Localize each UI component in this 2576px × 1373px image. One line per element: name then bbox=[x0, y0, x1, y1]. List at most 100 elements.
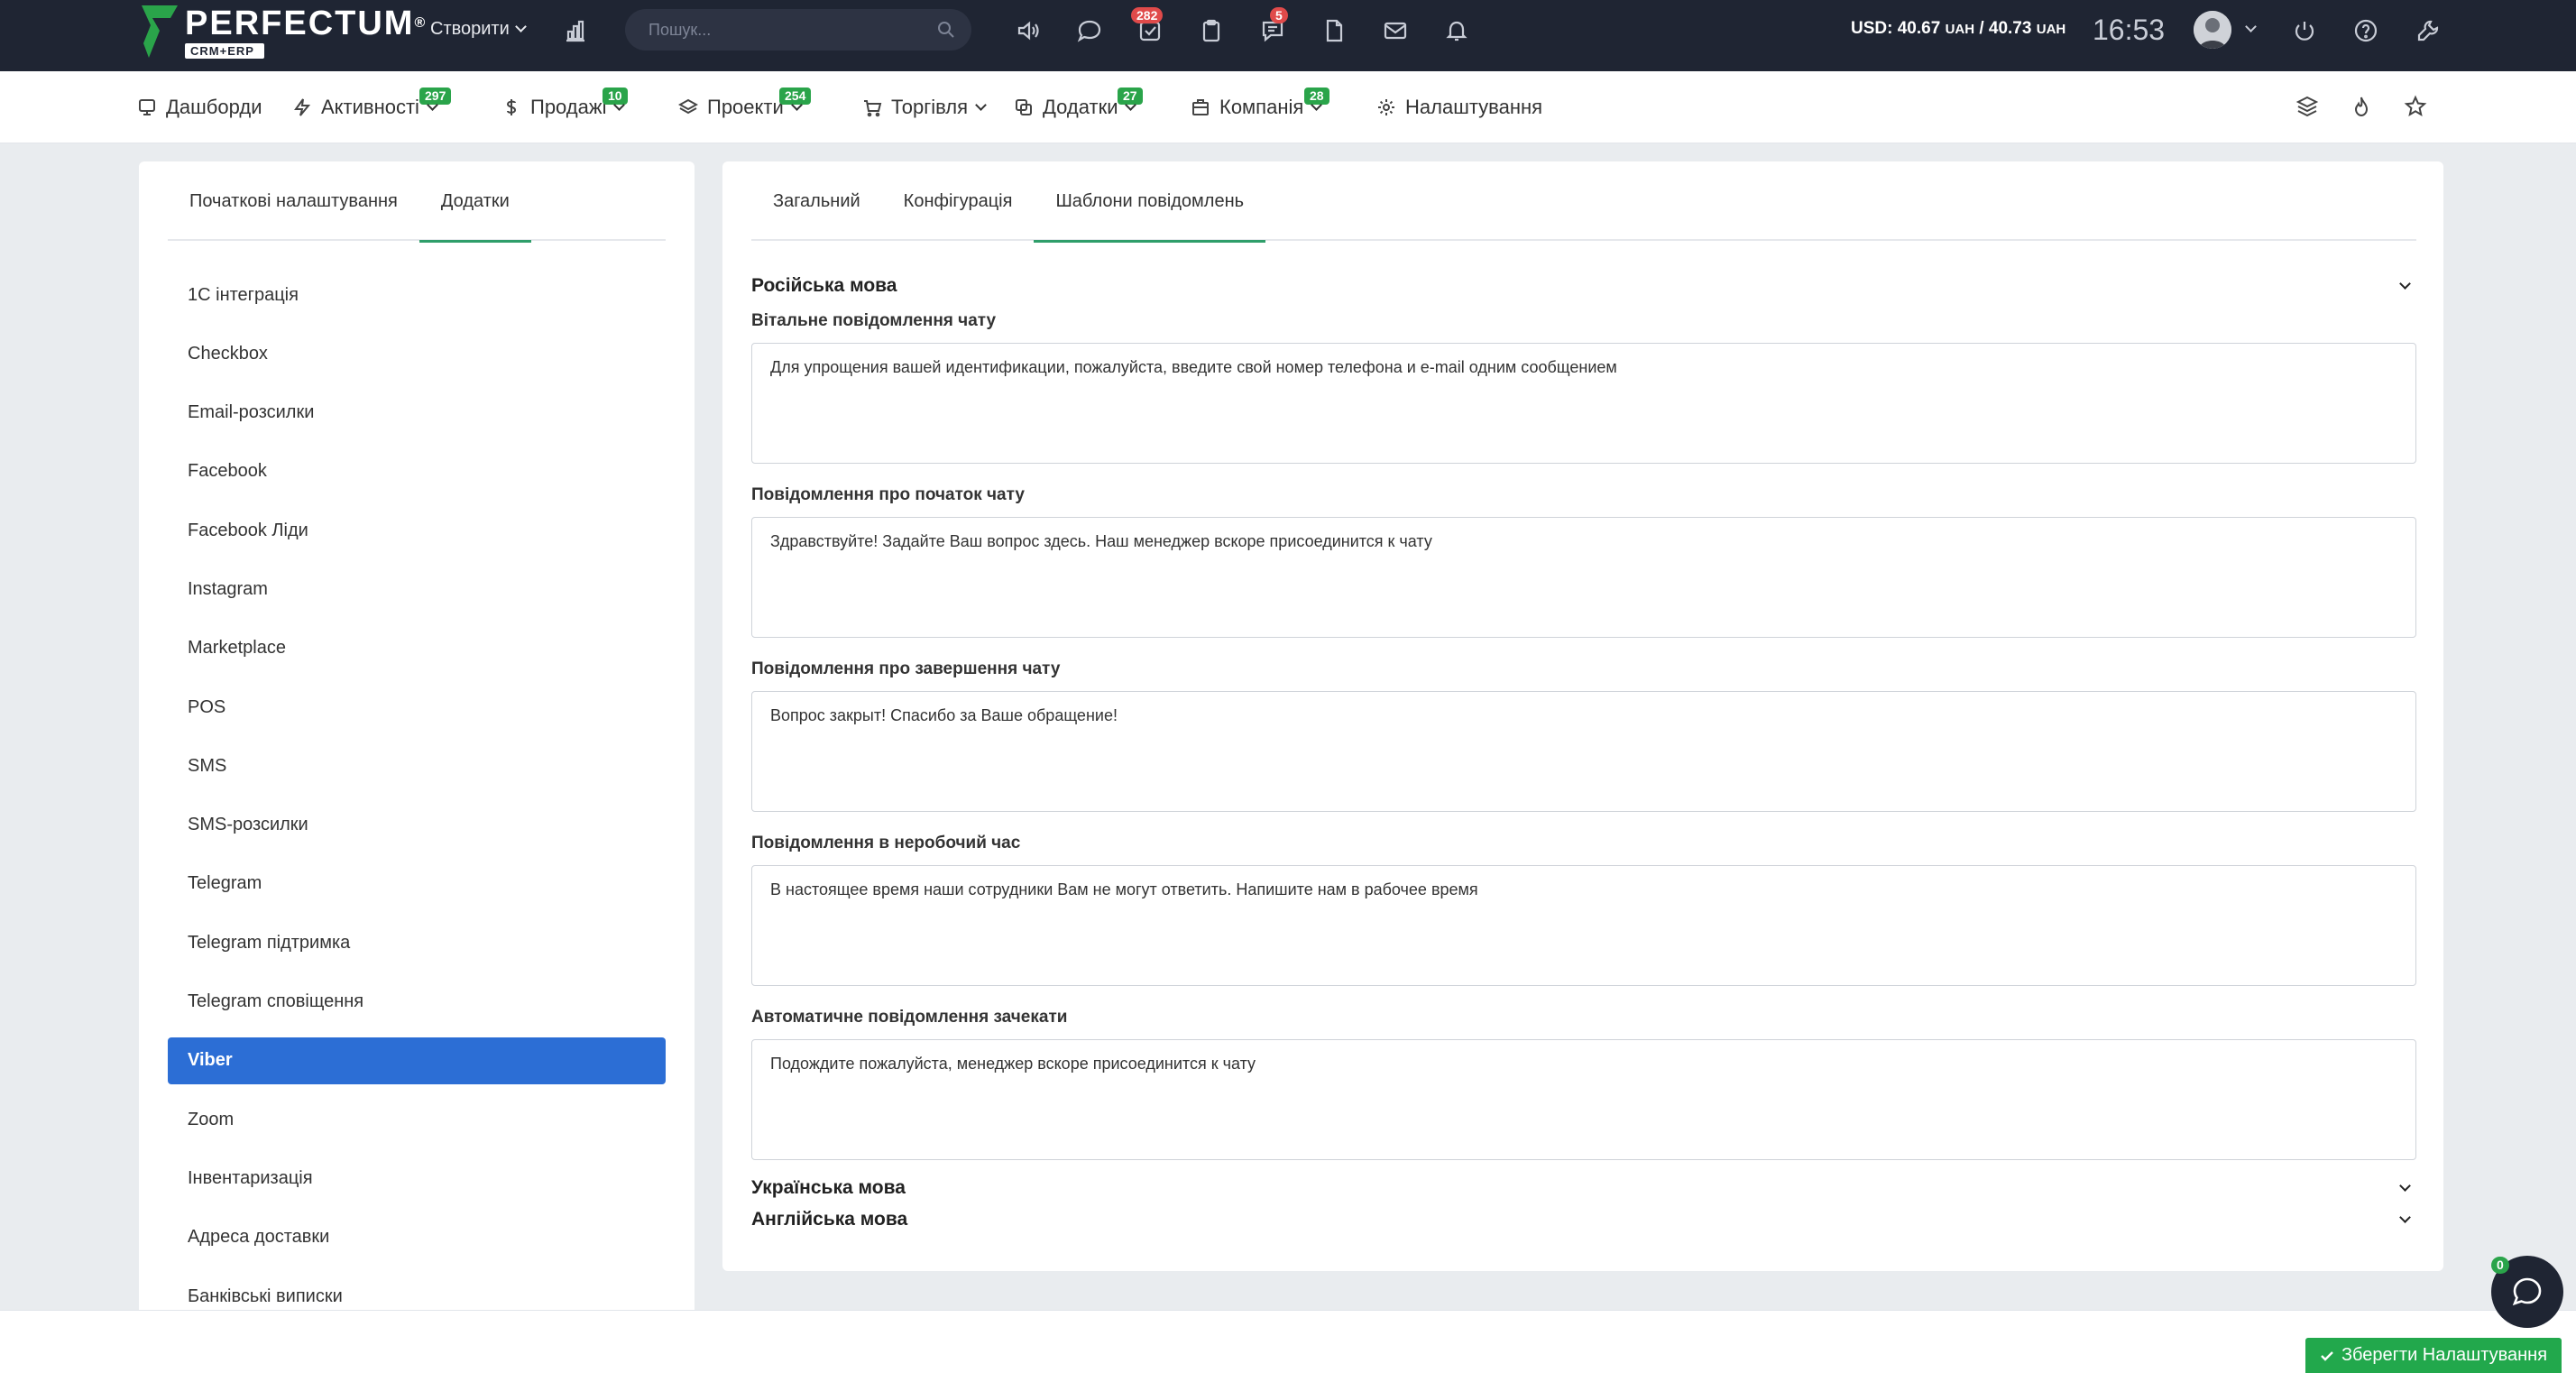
list-item[interactable]: Telegram підтримка bbox=[168, 919, 666, 966]
chat-start-message-field[interactable]: Здравствуйте! Задайте Ваш вопрос здесь. … bbox=[751, 517, 2416, 638]
nav-sales-label: Продажі bbox=[530, 96, 607, 118]
list-item[interactable]: POS bbox=[168, 684, 666, 731]
chevron-down-icon bbox=[514, 21, 527, 32]
tab-message-templates[interactable]: Шаблони повідомлень bbox=[1034, 161, 1265, 243]
logo-subtitle: CRM+ERP bbox=[185, 42, 264, 59]
gear-icon bbox=[1378, 99, 1394, 115]
tab-configuration[interactable]: Конфігурація bbox=[882, 161, 1035, 241]
help-icon[interactable] bbox=[2350, 14, 2382, 47]
create-label: Створити bbox=[430, 18, 510, 39]
section-russian[interactable]: Російська мова bbox=[751, 275, 2416, 297]
list-item[interactable]: Checkbox bbox=[168, 330, 666, 377]
top-bar: PERFECTUM® CRM+ERP Створити 282 5 bbox=[0, 0, 2576, 71]
tab-general-label: Загальний bbox=[773, 190, 860, 211]
chevron-down-icon[interactable] bbox=[2245, 21, 2257, 32]
field-label-welcome: Вітальне повідомлення чату bbox=[751, 311, 997, 330]
list-item[interactable]: Telegram сповіщення bbox=[168, 979, 666, 1026]
list-item[interactable]: Marketplace bbox=[168, 625, 666, 672]
nav-dashboards[interactable]: Дашборди bbox=[137, 93, 262, 122]
field-label-chat-start: Повідомлення про початок чату bbox=[751, 485, 1025, 504]
chevron-down-icon[interactable] bbox=[2399, 1212, 2411, 1223]
nav-activities[interactable]: Активності 297 bbox=[292, 88, 452, 122]
layers-icon bbox=[678, 98, 698, 115]
list-item[interactable]: Facebook Ліди bbox=[168, 507, 666, 554]
save-settings-button[interactable]: Зберегти Налаштування bbox=[2305, 1338, 2562, 1373]
nav-company-label: Компанія bbox=[1219, 96, 1304, 118]
document-icon[interactable] bbox=[1318, 14, 1350, 47]
create-menu[interactable]: Створити bbox=[430, 16, 527, 41]
building-icon bbox=[1192, 99, 1209, 115]
fire-icon[interactable] bbox=[2350, 95, 2377, 122]
section-ukrainian-title: Українська мова bbox=[751, 1177, 906, 1198]
search-icon[interactable] bbox=[937, 21, 955, 43]
list-item[interactable]: Telegram bbox=[168, 861, 666, 908]
star-icon[interactable] bbox=[2404, 95, 2431, 122]
main-nav: Дашборди Активності 297 Продажі 10 Проек… bbox=[0, 71, 2576, 143]
addons-list: 1С інтеграція Checkbox Email-розсилки Fa… bbox=[168, 272, 666, 1332]
bell-icon[interactable] bbox=[1440, 14, 1473, 47]
search-box[interactable] bbox=[625, 9, 971, 51]
nav-projects[interactable]: Проекти 254 bbox=[678, 88, 812, 122]
list-item[interactable]: SMS bbox=[168, 742, 666, 789]
auto-wait-message-field[interactable]: Подождите пожалуйста, менеджер вскоре пр… bbox=[751, 1039, 2416, 1160]
list-item-active[interactable]: Viber bbox=[168, 1037, 666, 1084]
nav-addons[interactable]: Додатки 27 bbox=[1014, 88, 1143, 122]
lightning-icon bbox=[294, 98, 311, 116]
power-icon[interactable] bbox=[2288, 14, 2321, 47]
nav-settings-label: Налаштування bbox=[1405, 96, 1543, 118]
section-english-title: Англійська мова bbox=[751, 1209, 908, 1230]
left-panel: Початкові налаштування Додатки 1С інтегр… bbox=[139, 161, 695, 1373]
clock: 16:53 bbox=[2093, 14, 2166, 46]
copy-icon bbox=[1016, 99, 1032, 115]
clipboard-icon[interactable] bbox=[1195, 14, 1228, 47]
list-item[interactable]: Instagram bbox=[168, 566, 666, 613]
currency-usd: USD: 40.67 bbox=[1851, 19, 1941, 38]
dollar-icon bbox=[506, 99, 517, 115]
nav-projects-label: Проекти bbox=[707, 96, 784, 118]
right-panel: Загальний Конфігурація Шаблони повідомле… bbox=[722, 161, 2443, 1271]
nav-company[interactable]: Компанія 28 bbox=[1191, 88, 1329, 122]
wrench-icon[interactable] bbox=[2412, 14, 2444, 47]
megaphone-icon[interactable] bbox=[1012, 14, 1044, 47]
analytics-icon[interactable] bbox=[559, 14, 592, 47]
list-item[interactable]: Адреса доставки bbox=[168, 1214, 666, 1261]
nav-activities-label: Активності bbox=[321, 96, 419, 118]
list-item[interactable]: Email-розсилки bbox=[168, 390, 666, 437]
currency-uah-2: UAH bbox=[2036, 22, 2066, 37]
tab-initial-settings-label: Початкові налаштування bbox=[189, 190, 398, 211]
tab-general[interactable]: Загальний bbox=[751, 161, 882, 241]
nav-dashboards-label: Дашборди bbox=[166, 96, 262, 118]
list-item[interactable]: SMS-розсилки bbox=[168, 802, 666, 849]
user-avatar-icon bbox=[2194, 11, 2231, 49]
nav-settings[interactable]: Налаштування bbox=[1376, 93, 1542, 122]
chevron-down-icon[interactable] bbox=[2399, 1180, 2411, 1192]
mail-icon[interactable] bbox=[1379, 14, 1412, 47]
section-english[interactable]: Англійська мова bbox=[751, 1209, 2416, 1230]
avatar[interactable] bbox=[2194, 11, 2231, 49]
nav-sales[interactable]: Продажі 10 bbox=[501, 88, 628, 122]
field-label-chat-end: Повідомлення про завершення чату bbox=[751, 659, 1061, 678]
list-item[interactable]: 1С інтеграція bbox=[168, 272, 666, 318]
nav-addons-label: Додатки bbox=[1043, 96, 1118, 118]
chat-end-message-field[interactable]: Вопрос закрыт! Спасибо за Ваше обращение… bbox=[751, 691, 2416, 812]
search-input[interactable] bbox=[649, 20, 919, 40]
logo[interactable]: PERFECTUM® CRM+ERP bbox=[140, 4, 427, 60]
tab-initial-settings[interactable]: Початкові налаштування bbox=[168, 161, 419, 241]
section-ukrainian[interactable]: Українська мова bbox=[751, 1177, 2416, 1199]
list-item[interactable]: Інвентаризація bbox=[168, 1155, 666, 1202]
tab-addons[interactable]: Додатки bbox=[419, 161, 531, 243]
list-item[interactable]: Zoom bbox=[168, 1096, 666, 1143]
list-item[interactable]: Facebook bbox=[168, 448, 666, 495]
nav-trade[interactable]: Торгівля bbox=[862, 93, 987, 122]
chevron-down-icon[interactable] bbox=[2399, 278, 2411, 290]
chat-bubble-icon[interactable] bbox=[1073, 14, 1106, 47]
logo-mark-icon bbox=[142, 5, 178, 58]
check-icon bbox=[2321, 1350, 2333, 1361]
layers-icon[interactable] bbox=[2295, 95, 2323, 122]
offhours-message-field[interactable]: В настоящее время наши сотрудники Вам не… bbox=[751, 865, 2416, 986]
monitor-icon bbox=[139, 99, 155, 115]
chat-widget-badge: 0 bbox=[2491, 1257, 2509, 1274]
welcome-message-field[interactable]: Для упрощения вашей идентификации, пожал… bbox=[751, 343, 2416, 464]
right-tabs: Загальний Конфігурація Шаблони повідомле… bbox=[751, 161, 2416, 243]
tab-configuration-label: Конфігурація bbox=[903, 190, 1013, 211]
